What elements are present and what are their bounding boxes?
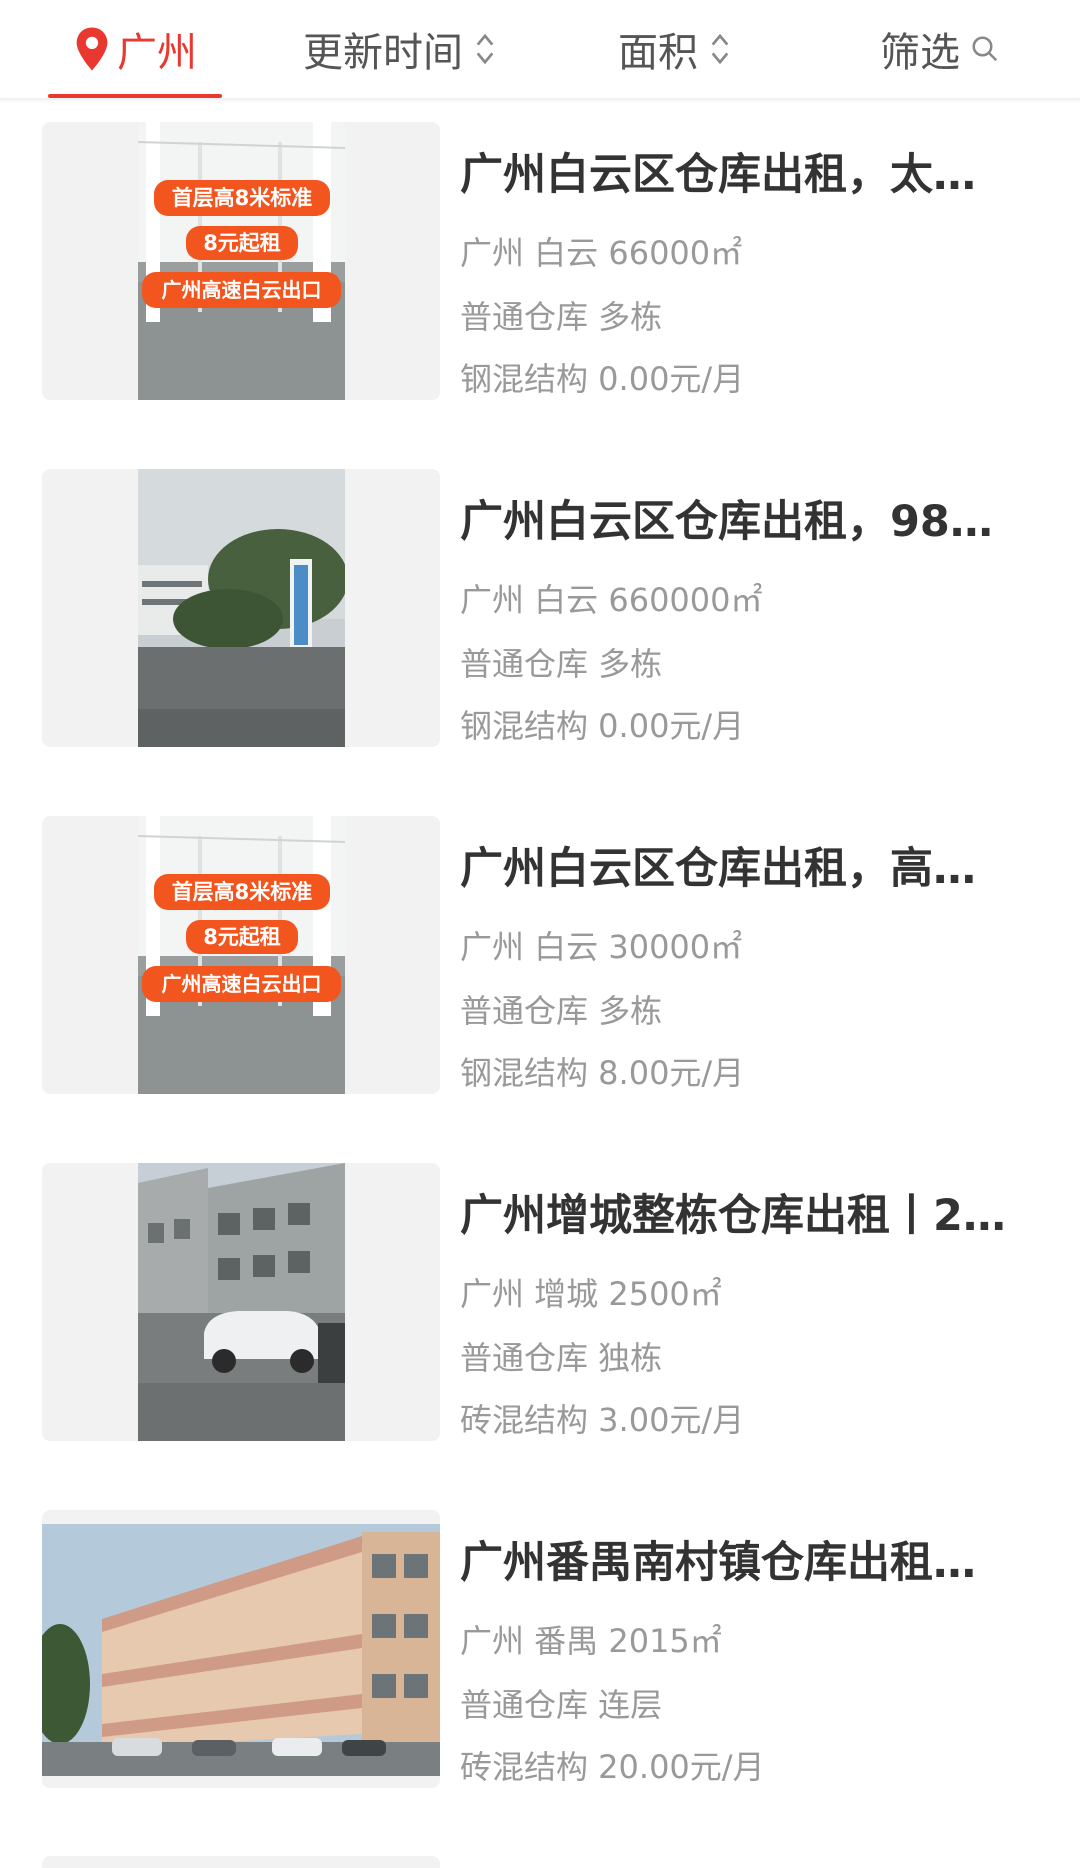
listing-location-area: 广州 番禺 2015㎡ xyxy=(460,1622,722,1660)
sort-area-label: 面积 xyxy=(618,30,698,76)
listing-structure-price: 钢混结构 0.00元/月 xyxy=(460,707,745,745)
listing-type: 普通仓库 独栋 xyxy=(460,1339,663,1377)
listing-location-area: 广州 白云 66000㎡ xyxy=(460,234,743,272)
banner-text-3: 广州高速白云出口 xyxy=(161,278,322,302)
banner-text-1: 首层高8米标准 xyxy=(171,880,313,904)
filter-label: 筛选 xyxy=(880,30,960,76)
listing-thumbnail[interactable] xyxy=(42,469,440,747)
active-tab-indicator xyxy=(48,94,222,98)
banner-text-2: 8元起租 xyxy=(203,925,281,949)
listing-photo: 首层高8米标准 8元起租 广州高速白云出口 xyxy=(138,816,345,1094)
banner-text-3: 广州高速白云出口 xyxy=(161,972,322,996)
listing-title[interactable]: 广州白云区仓库出租，太… xyxy=(460,140,1020,202)
city-selector[interactable]: 广州 xyxy=(48,0,222,98)
listing-thumbnail[interactable] xyxy=(42,1163,440,1441)
listing-photo xyxy=(42,1524,440,1776)
location-pin-icon xyxy=(76,27,108,71)
listing-location-area: 广州 白云 660000㎡ xyxy=(460,581,763,619)
city-label: 广州 xyxy=(117,30,197,76)
sort-by-update-time[interactable]: 更新时间 xyxy=(290,0,510,98)
sort-updown-icon xyxy=(711,33,729,65)
listing-title[interactable]: 广州番禺南村镇仓库出租… xyxy=(460,1528,1020,1590)
listing-type: 普通仓库 多栋 xyxy=(460,992,663,1030)
sort-update-label: 更新时间 xyxy=(303,30,463,76)
next-listing-peek xyxy=(42,1856,440,1868)
listing-card[interactable]: 首层高8米标准 8元起租 广州高速白云出口 广州白云区仓库出租，高… 广州 白云… xyxy=(0,816,1080,1094)
listing-photo: 首层高8米标准 8元起租 广州高速白云出口 xyxy=(138,122,345,400)
listing-thumbnail[interactable]: 首层高8米标准 8元起租 广州高速白云出口 xyxy=(42,122,440,400)
sort-updown-icon xyxy=(476,33,494,65)
search-icon xyxy=(972,36,998,62)
listing-title[interactable]: 广州白云区仓库出租，高… xyxy=(460,834,1020,896)
listing-photo xyxy=(138,1163,345,1441)
listing-structure-price: 砖混结构 3.00元/月 xyxy=(460,1401,745,1439)
listing-card[interactable]: 广州增城整栋仓库出租丨2… 广州 增城 2500㎡ 普通仓库 独栋 砖混结构 3… xyxy=(0,1163,1080,1441)
listing-title[interactable]: 广州白云区仓库出租，98… xyxy=(460,487,1020,549)
listing-structure-price: 砖混结构 20.00元/月 xyxy=(460,1748,765,1786)
listing-card[interactable]: 广州番禺南村镇仓库出租… 广州 番禺 2015㎡ 普通仓库 连层 砖混结构 20… xyxy=(0,1510,1080,1788)
banner-text-1: 首层高8米标准 xyxy=(171,186,313,210)
listing-structure-price: 钢混结构 0.00元/月 xyxy=(460,360,745,398)
listing-thumbnail[interactable]: 首层高8米标准 8元起租 广州高速白云出口 xyxy=(42,816,440,1094)
filter-button[interactable]: 筛选 xyxy=(870,0,1010,98)
filter-bar: 广州 更新时间 面积 筛选 xyxy=(0,0,1080,100)
listing-location-area: 广州 白云 30000㎡ xyxy=(460,928,743,966)
listing-type: 普通仓库 多栋 xyxy=(460,645,663,683)
listing-structure-price: 钢混结构 8.00元/月 xyxy=(460,1054,745,1092)
listing-card[interactable]: 首层高8米标准 8元起租 广州高速白云出口 广州白云区仓库出租，太… 广州 白云… xyxy=(0,122,1080,400)
listing-photo xyxy=(138,469,345,747)
listing-thumbnail[interactable] xyxy=(42,1510,440,1788)
listing-location-area: 广州 增城 2500㎡ xyxy=(460,1275,722,1313)
banner-text-2: 8元起租 xyxy=(203,231,281,255)
sort-by-area[interactable]: 面积 xyxy=(600,0,750,98)
listing-title[interactable]: 广州增城整栋仓库出租丨2… xyxy=(460,1181,1020,1243)
listing-card[interactable]: 广州白云区仓库出租，98… 广州 白云 660000㎡ 普通仓库 多栋 钢混结构… xyxy=(0,469,1080,747)
listing-type: 普通仓库 连层 xyxy=(460,1686,663,1724)
listing-type: 普通仓库 多栋 xyxy=(460,298,663,336)
